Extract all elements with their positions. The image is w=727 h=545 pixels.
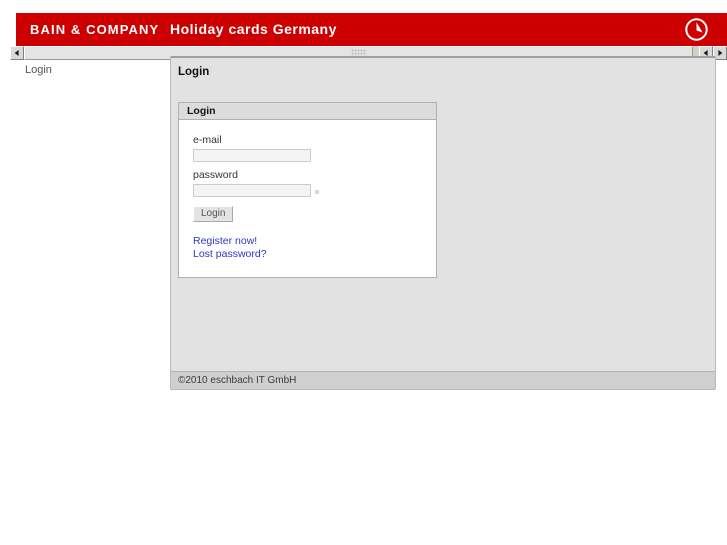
circle-pie-icon xyxy=(684,17,709,42)
password-indicator-icon xyxy=(315,190,319,194)
password-label: password xyxy=(193,169,238,181)
copyright-footer: ©2010 eschbach IT GmbH xyxy=(171,371,715,389)
sidebar-item-label: Login xyxy=(25,64,52,76)
login-form-box: Login e-mail password Login Register now… xyxy=(178,102,437,278)
page-title: Login xyxy=(178,66,210,78)
content-panel: Login Login e-mail password Login Regist… xyxy=(170,56,716,390)
login-links: Register now! Lost password? xyxy=(193,235,422,260)
app-header: BAIN & COMPANY Holiday cards Germany xyxy=(16,13,727,46)
sidebar: Login xyxy=(10,60,160,390)
email-label: e-mail xyxy=(193,134,222,146)
login-form-body: e-mail password Login Register now! Lost… xyxy=(179,120,436,277)
scrollbar-left-button[interactable] xyxy=(10,46,24,60)
password-field[interactable] xyxy=(193,184,311,197)
password-row xyxy=(193,184,422,197)
arrow-right-icon xyxy=(718,50,723,56)
login-form-header: Login xyxy=(179,103,436,120)
sidebar-item-login[interactable]: Login xyxy=(25,63,160,77)
register-now-link[interactable]: Register now! xyxy=(193,235,422,247)
login-submit-button[interactable]: Login xyxy=(193,206,234,222)
brand-logo: BAIN & COMPANY xyxy=(30,22,160,37)
arrow-left-icon xyxy=(14,50,19,56)
page-header-title: Holiday cards Germany xyxy=(170,21,337,37)
lost-password-link[interactable]: Lost password? xyxy=(193,248,422,260)
email-field[interactable] xyxy=(193,149,311,162)
